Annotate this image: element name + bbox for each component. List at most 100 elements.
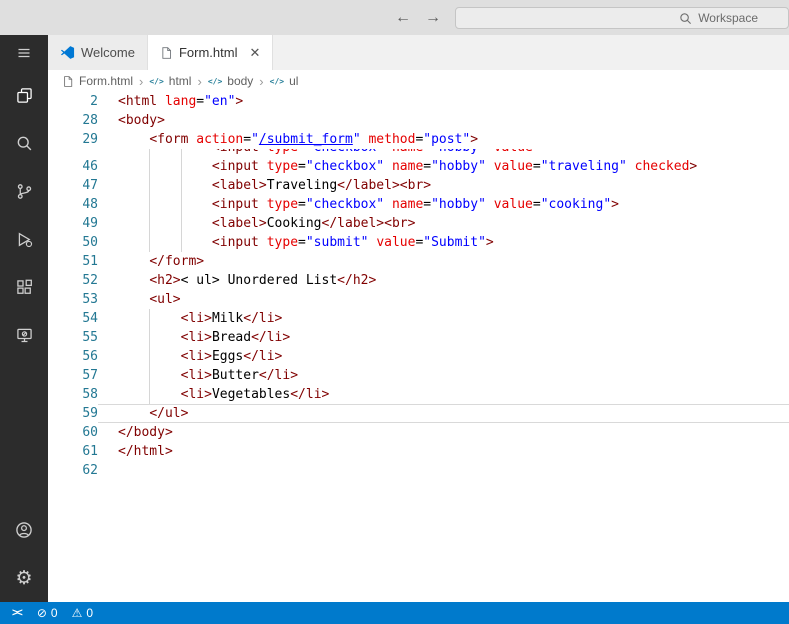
code-line[interactable]: 62 <box>48 461 789 480</box>
line-number[interactable]: 50 <box>48 233 98 252</box>
editor[interactable]: 2 <html lang="en"> 28 <body> 29 <form action… <box>48 92 789 602</box>
indent-guide <box>180 157 182 176</box>
chevron-right-icon: › <box>259 73 264 89</box>
code-line[interactable]: 54 <li>Milk</li> <box>48 309 789 328</box>
title-bar: ← → Workspace <box>0 0 789 35</box>
line-number[interactable]: 56 <box>48 347 98 366</box>
code-line[interactable]: 58 <li>Vegetables</li> <box>48 385 789 404</box>
line-number[interactable]: 47 <box>48 176 98 195</box>
editor-group: Welcome Form.html ✕ Form.html › </> html… <box>48 35 789 602</box>
warnings-icon: ⚠ <box>71 606 83 620</box>
run-debug-button[interactable] <box>0 215 48 263</box>
vscode-logo-icon <box>60 46 75 59</box>
code-text: </form> <box>149 254 205 269</box>
code-text: <li>Butter</li> <box>98 366 789 385</box>
code-lines: 2 <html lang="en"> 28 <body> 29 <form action… <box>48 92 789 480</box>
code-line[interactable]: 2 <html lang="en"> <box>48 92 789 111</box>
clipped-code-line[interactable]: <input type="checkbox" name="hobby" valu… <box>48 149 789 157</box>
breadcrumb-item-html[interactable]: html <box>169 74 192 88</box>
line-number[interactable]: 57 <box>48 366 98 385</box>
line-number[interactable]: 46 <box>48 157 98 176</box>
activity-bar: ⚙ <box>0 35 48 602</box>
code-line[interactable]: 61 </html> <box>48 442 789 461</box>
hamburger-icon <box>18 48 30 58</box>
code-line[interactable]: 48 <input type="checkbox" name="hobby" v… <box>48 195 789 214</box>
back-button[interactable]: ← <box>388 9 418 27</box>
code-line[interactable]: 46 <input type="checkbox" name="hobby" v… <box>48 157 789 176</box>
problems-indicator[interactable]: ⊘ 0 ⚠ 0 <box>29 602 101 624</box>
tag-symbol-icon: </> <box>269 76 285 86</box>
line-number[interactable]: 55 <box>48 328 98 347</box>
code-text: <input type="checkbox" name="hobby" valu… <box>98 149 789 157</box>
line-number[interactable]: 52 <box>48 271 98 290</box>
line-number[interactable]: 58 <box>48 385 98 404</box>
line-number[interactable]: 59 <box>48 404 98 423</box>
code-line[interactable]: 60 </body> <box>48 423 789 442</box>
forward-button[interactable]: → <box>418 9 448 27</box>
code-text: <input type="checkbox" name="hobby" valu… <box>98 157 789 176</box>
line-number[interactable]: 60 <box>48 423 98 442</box>
indent-guide <box>180 195 182 214</box>
indent-guide <box>149 195 151 214</box>
extensions-button[interactable] <box>0 263 48 311</box>
close-tab-icon[interactable]: ✕ <box>249 45 260 61</box>
account-button[interactable] <box>0 506 48 554</box>
code-line[interactable]: 56 <li>Eggs</li> <box>48 347 789 366</box>
chevron-right-icon: › <box>139 73 144 89</box>
line-number[interactable]: 62 <box>48 461 98 480</box>
remote-explorer-icon <box>16 328 32 342</box>
code-text: </body> <box>118 425 173 440</box>
line-number[interactable]: 54 <box>48 309 98 328</box>
code-line[interactable]: 47 <label>Traveling</label><br> <box>48 176 789 195</box>
workspace-search-label: Workspace <box>698 11 758 25</box>
remote-explorer-button[interactable] <box>0 311 48 359</box>
breadcrumb-file[interactable]: Form.html <box>79 74 133 88</box>
main-row: ⚙ Welcome Form.html ✕ Form.html › </> ht… <box>0 35 789 602</box>
breadcrumb-item-ul[interactable]: ul <box>289 74 298 88</box>
explorer-button[interactable] <box>0 71 48 119</box>
code-line[interactable]: 52 <h2>< ul> Unordered List</h2> <box>48 271 789 290</box>
code-line[interactable]: 53 <ul> <box>48 290 789 309</box>
explorer-copy-icon <box>16 87 32 103</box>
code-line[interactable]: 55 <li>Bread</li> <box>48 328 789 347</box>
code-line[interactable]: 50 <input type="submit" value="Submit"> <box>48 233 789 252</box>
chevron-right-icon: › <box>197 73 202 89</box>
menu-button[interactable] <box>0 35 48 71</box>
tag-symbol-icon: </> <box>207 76 223 86</box>
tab-welcome[interactable]: Welcome <box>48 35 148 70</box>
extensions-icon <box>16 279 32 294</box>
line-number[interactable]: 53 <box>48 290 98 309</box>
code-line[interactable]: 29 <form action="/submit_form" method="p… <box>48 130 789 149</box>
code-line[interactable]: 59 </ul> <box>48 404 789 423</box>
remote-indicator[interactable]: >< <box>4 602 29 624</box>
search-sidebar-button[interactable] <box>0 119 48 167</box>
line-number[interactable]: 48 <box>48 195 98 214</box>
indent-guide <box>180 149 182 157</box>
code-line[interactable]: 49 <label>Cooking</label><br> <box>48 214 789 233</box>
code-line[interactable]: 51 </form> <box>48 252 789 271</box>
code-line[interactable]: 57 <li>Butter</li> <box>48 366 789 385</box>
tab-form-html[interactable]: Form.html ✕ <box>147 35 274 70</box>
indent-guide <box>149 347 151 366</box>
code-line[interactable]: 28 <body> <box>48 111 789 130</box>
indent-guide <box>180 176 182 195</box>
breadcrumb-item-body[interactable]: body <box>227 74 253 88</box>
line-number[interactable]: 61 <box>48 442 98 461</box>
file-icon <box>64 75 73 87</box>
code-text: <input type="checkbox" name="hobby" valu… <box>98 195 789 214</box>
workspace-search-box[interactable]: Workspace <box>455 7 789 29</box>
settings-button[interactable]: ⚙ <box>0 554 48 602</box>
line-number[interactable]: 29 <box>48 130 98 149</box>
line-number[interactable]: 28 <box>48 111 98 130</box>
line-number[interactable] <box>48 149 98 157</box>
line-number[interactable]: 2 <box>48 92 98 111</box>
indent-guide <box>180 214 182 233</box>
indent-guide <box>149 328 151 347</box>
indent-guide <box>149 176 151 195</box>
source-control-button[interactable] <box>0 167 48 215</box>
line-number[interactable]: 51 <box>48 252 98 271</box>
line-number[interactable]: 49 <box>48 214 98 233</box>
code-text: <html lang="en"> <box>118 94 244 109</box>
code-text: </ul> <box>98 404 789 423</box>
breadcrumb: Form.html › </> html › </> body › </> ul <box>48 70 789 92</box>
